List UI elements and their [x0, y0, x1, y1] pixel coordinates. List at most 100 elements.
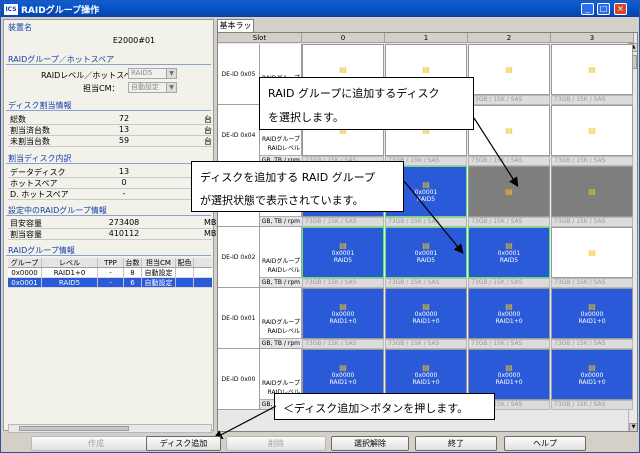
device-section-title: 装置名	[8, 23, 32, 32]
disk-capacity: 73GB / 15K / SAS	[385, 217, 467, 227]
disk-icon: ▤	[588, 363, 596, 372]
column-header: 3	[551, 33, 634, 43]
disk-slot-body[interactable]: ▤	[468, 166, 550, 217]
disk-level: RAID1+0	[495, 318, 523, 325]
disk-slot[interactable]: ▤0x0000RAID1+073GB / 15K / SAS	[385, 288, 467, 349]
finish-button[interactable]: 終了	[415, 436, 497, 451]
disk-slot[interactable]: ▤0x0001RAID573GB / 15K / SAS	[302, 227, 384, 288]
horizontal-scrollbar[interactable]	[8, 424, 212, 433]
disk-icon: ▤	[588, 187, 596, 196]
scroll-thumb[interactable]	[19, 426, 129, 431]
disk-capacity: 73GB / 15K / SAS	[468, 278, 550, 288]
divider	[6, 163, 211, 164]
column-header[interactable]: 担当CM	[142, 258, 176, 267]
table-cell: 自動設定	[142, 268, 176, 277]
disk-icon: ▤	[505, 363, 513, 372]
disk-level: RAID1+0	[412, 379, 440, 386]
maximize-icon[interactable]: □	[597, 3, 610, 15]
button-bar: 作成 ディスク追加 削除 選択解除 終了 ヘルプ	[1, 433, 640, 453]
disk-slot-body[interactable]: ▤ 0x0000 RAID1+0	[468, 288, 550, 339]
disk-icon: ▤	[505, 241, 513, 250]
title-bar[interactable]: ICS RAIDグループ操作 _ □ ×	[1, 1, 639, 17]
meta-capacity-label: GB, TB / rpm	[260, 277, 302, 287]
close-icon[interactable]: ×	[614, 3, 627, 15]
meta-level-label: RAIDレベル	[267, 267, 300, 274]
cm-select[interactable]: 自動設定 ▼	[128, 82, 177, 93]
disk-group: 0x0001	[414, 250, 438, 257]
create-button[interactable]: 作成	[31, 436, 161, 451]
scroll-down-icon[interactable]: ▼	[629, 423, 637, 431]
disk-group: 0x0000	[414, 311, 438, 318]
delete-button[interactable]: 削除	[226, 436, 326, 451]
de-id-label: DE-ID 0x00	[218, 349, 260, 410]
table-body: 0x0000 RAID1+0-8 自動設定 0x0001 RAID5-6 自動設定	[8, 268, 212, 288]
app-logo-icon: ICS	[4, 3, 18, 15]
disk-slot-body[interactable]: ▤0x0001RAID5	[385, 227, 467, 278]
disk-slot-body[interactable]: ▤ 0x0000 RAID1+0	[302, 288, 384, 339]
disk-slot-body[interactable]: ▤ 0x0000 RAID1+0	[551, 288, 633, 339]
info-unit: MB	[204, 218, 217, 227]
disk-slot-body[interactable]: ▤	[468, 105, 550, 156]
disk-slot[interactable]: ▤ 73GB / 15K / SAS	[551, 44, 633, 105]
disk-slot-body[interactable]: ▤	[551, 166, 633, 217]
meta-capacity-label: GB, TB / rpm	[260, 338, 302, 348]
disk-icon: ▤	[505, 65, 513, 74]
disk-group: 0x0000	[497, 372, 521, 379]
table-row[interactable]: 0x0000 RAID1+0-8 自動設定	[8, 268, 212, 278]
disk-slot[interactable]: ▤0x0000RAID1+073GB / 15K / SAS	[551, 349, 633, 410]
de-id-label: DE-ID 0x04	[218, 105, 260, 166]
table-cell	[176, 278, 194, 287]
divider	[6, 215, 211, 216]
tab-basic-rack[interactable]: 基本ラック	[217, 19, 254, 42]
disk-group: 0x0001	[414, 189, 438, 196]
disk-slot[interactable]: ▤0x0000RAID1+073GB / 15K / SAS	[302, 288, 384, 349]
disk-slot[interactable]: ▤ 73GB / 15K / SAS	[468, 105, 550, 166]
disk-icon: ▤	[339, 302, 347, 311]
disk-icon: ▤	[422, 180, 430, 189]
column-header[interactable]: 台数	[124, 258, 142, 267]
column-header[interactable]: 配色	[176, 258, 194, 267]
de-id-label: DE-ID 0x05	[218, 44, 260, 105]
meta-level-label: RAIDレベル	[267, 145, 300, 152]
disk-slot-body[interactable]: ▤0x0001RAID5	[302, 227, 384, 278]
disk-slot-body[interactable]: ▤	[551, 44, 633, 95]
disk-level: RAID1+0	[412, 318, 440, 325]
disk-group: 0x0000	[331, 372, 355, 379]
device-name: E2000#01	[112, 36, 156, 45]
info-value: 410112	[108, 229, 140, 238]
table-cell: -	[98, 278, 124, 287]
disk-slot[interactable]: ▤0x0001RAID573GB / 15K / SAS	[385, 227, 467, 288]
add-disk-button[interactable]: ディスク追加	[146, 436, 221, 451]
disk-slot[interactable]: ▤0x0001RAID573GB / 15K / SAS	[468, 227, 550, 288]
disk-slot[interactable]: ▤ 73GB / 15K / SAS	[551, 227, 633, 288]
table-cell: RAID5	[42, 278, 98, 287]
minimize-icon[interactable]: _	[581, 3, 594, 15]
column-header[interactable]: レベル	[42, 258, 98, 267]
disk-slot[interactable]: ▤ 73GB / 15K / SAS	[551, 105, 633, 166]
column-header[interactable]: TPP	[98, 258, 124, 267]
disk-slot-body[interactable]: ▤0x0001RAID5	[468, 227, 550, 278]
disk-slot-body[interactable]: ▤ 0x0000 RAID1+0	[551, 349, 633, 400]
disk-slot-body[interactable]: ▤ 0x0000 RAID1+0	[385, 288, 467, 339]
disk-icon: ▤	[339, 363, 347, 372]
disk-group: 0x0001	[497, 250, 521, 257]
disk-slot[interactable]: ▤ 73GB / 15K / SAS	[551, 166, 633, 227]
disk-slot[interactable]: ▤0x0000RAID1+073GB / 15K / SAS	[468, 288, 550, 349]
disk-slot[interactable]: ▤0x0000RAID1+073GB / 15K / SAS	[551, 288, 633, 349]
column-header[interactable]: グループ	[8, 258, 42, 267]
disk-slot[interactable]: ▤ 73GB / 15K / SAS	[468, 166, 550, 227]
disk-slot-body[interactable]: ▤	[551, 227, 633, 278]
disk-slot[interactable]: ▤ 73GB / 15K / SAS	[468, 44, 550, 105]
disk-level: RAID5	[333, 257, 353, 264]
cm-value: 自動設定	[131, 83, 159, 91]
table-row[interactable]: 0x0001 RAID5-6 自動設定	[8, 278, 212, 288]
deselect-button[interactable]: 選択解除	[331, 436, 409, 451]
disk-level: RAID1+0	[329, 379, 357, 386]
help-button[interactable]: ヘルプ	[504, 436, 586, 451]
disk-slot-body[interactable]: ▤	[468, 44, 550, 95]
meta-group-label: RAIDグループ	[261, 380, 300, 387]
disk-slot-body[interactable]: ▤	[551, 105, 633, 156]
chevron-down-icon: ▼	[166, 83, 176, 92]
cm-label: 担当CM：	[83, 84, 120, 93]
raid-level-select[interactable]: RAID5 ▼	[128, 68, 177, 79]
